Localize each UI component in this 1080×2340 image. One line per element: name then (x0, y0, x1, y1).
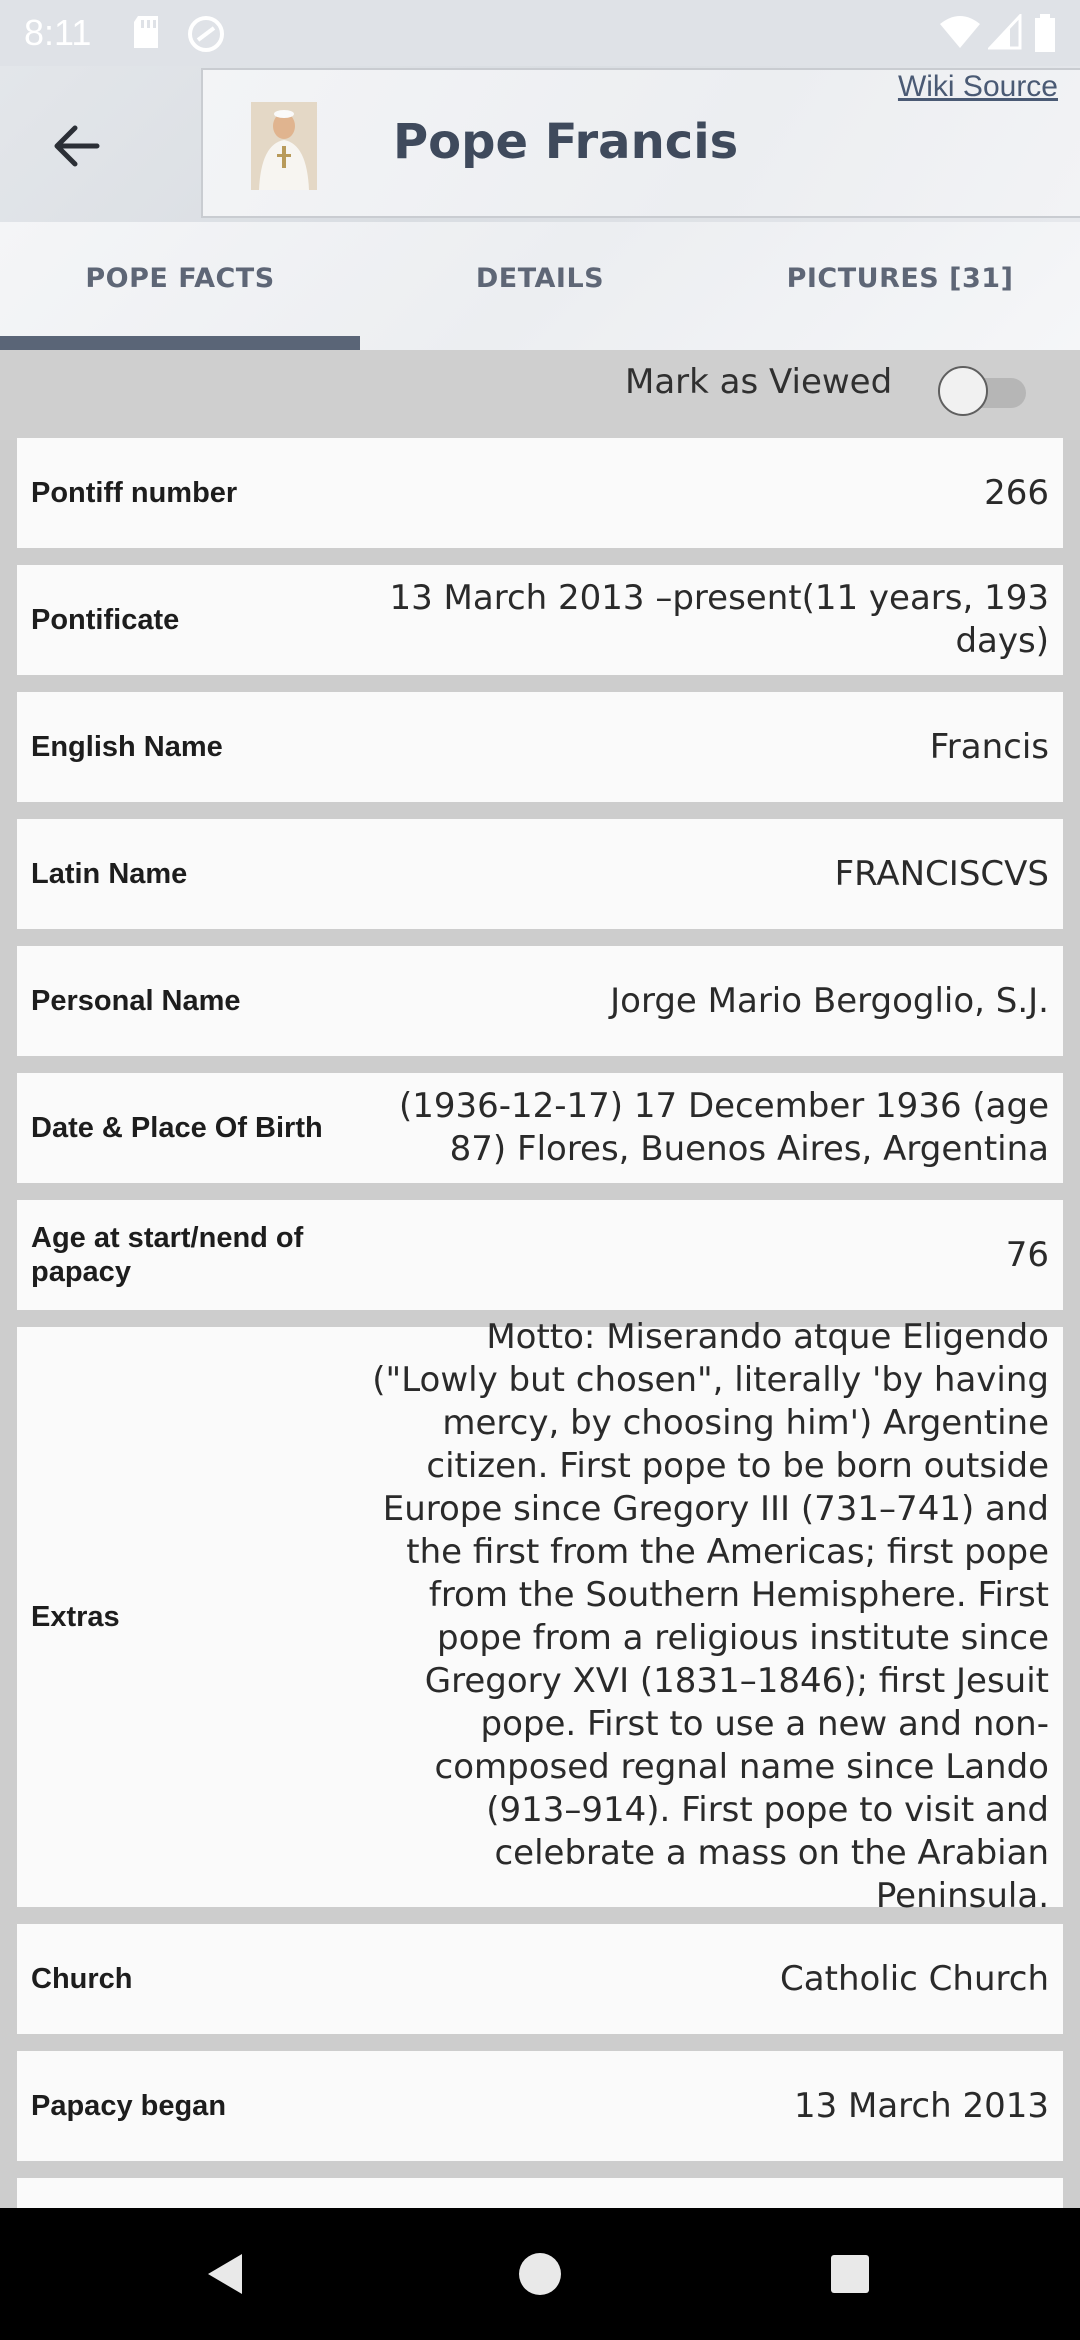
toggle-thumb (938, 366, 988, 416)
arrow-left-icon (54, 125, 100, 167)
mark-viewed-toggle[interactable] (938, 362, 1038, 422)
fact-label: Latin Name (31, 858, 188, 890)
nav-recents-button[interactable] (820, 2244, 880, 2304)
tab-pope-facts[interactable]: POPE FACTS (0, 222, 360, 334)
fact-row-english-name: English Name Francis (17, 692, 1063, 802)
fact-value: 266 (984, 472, 1049, 513)
fact-label: Personal Name (31, 985, 241, 1017)
fact-label: Church (31, 1963, 133, 1995)
tab-details[interactable]: DETAILS (360, 222, 720, 334)
fact-value: Francis (929, 726, 1049, 767)
fact-value: (1936-12-17) 17 December 1936 (age 87) F… (398, 1086, 1049, 1169)
system-nav-bar (0, 2208, 1080, 2340)
app-screen: 8:11 Wiki Source Pope Francis POPE FACTS… (0, 0, 1080, 2340)
fact-value: Motto: Miserando atque Eligendo ("Lowly … (372, 1317, 1049, 1916)
app-header: Wiki Source Pope Francis (0, 66, 1080, 222)
nav-back-button[interactable] (196, 2244, 256, 2304)
pope-avatar (251, 102, 317, 190)
fact-value: Jorge Mario Bergoglio, S.J. (610, 980, 1049, 1021)
mark-viewed-row: Mark as Viewed (0, 350, 1080, 440)
fact-label: English Name (31, 731, 223, 763)
fact-value: FRANCISCVS (834, 853, 1049, 894)
title-card: Wiki Source Pope Francis (201, 68, 1080, 218)
sd-card-icon (130, 14, 162, 55)
signal-icon (986, 12, 1022, 55)
page-title: Pope Francis (393, 114, 739, 170)
fact-value: 76 (1005, 1234, 1049, 1275)
status-bar: 8:11 (0, 0, 1080, 66)
fact-row-personal-name: Personal Name Jorge Mario Bergoglio, S.J… (17, 946, 1063, 1056)
fact-row-age: Age at start/nend of papacy 76 (17, 1200, 1063, 1310)
fact-value: 13 March 2013 (793, 2085, 1049, 2126)
back-button[interactable] (36, 106, 116, 186)
fact-row-pontificate: Pontificate 13 March 2013 –present(11 ye… (17, 565, 1063, 675)
fact-row-church: Church Catholic Church (17, 1924, 1063, 2034)
tab-bar: POPE FACTS DETAILS PICTURES [31] (0, 222, 1080, 352)
wiki-source-link[interactable]: Wiki Source (898, 70, 1058, 104)
fact-row-pontiff-number: Pontiff number 266 (17, 438, 1063, 548)
fact-label: Extras (31, 1601, 120, 1633)
sync-icon (186, 14, 226, 59)
status-time: 8:11 (24, 12, 92, 53)
wifi-icon (938, 14, 982, 55)
mark-viewed-label: Mark as Viewed (625, 362, 893, 402)
back-triangle-icon (208, 2254, 242, 2294)
fact-label: Date & Place Of Birth (31, 1112, 323, 1144)
nav-home-button[interactable] (510, 2244, 570, 2304)
tab-pictures[interactable]: PICTURES [31] (720, 222, 1080, 334)
fact-value: Catholic Church (780, 1958, 1049, 1999)
fact-row-birth: Date & Place Of Birth (1936-12-17) 17 De… (17, 1073, 1063, 1183)
fact-value: 13 March 2013 –present(11 years, 193 day… (389, 578, 1049, 661)
battery-icon (1034, 14, 1056, 57)
fact-label: Papacy began (31, 2090, 227, 2122)
fact-label: Pontiff number (31, 477, 238, 509)
fact-label: Age at start/nend of papacy (31, 1222, 304, 1288)
fact-row-latin-name: Latin Name FRANCISCVS (17, 819, 1063, 929)
tab-indicator (0, 336, 360, 350)
fact-row-extras: Extras Motto: Miserando atque Eligendo (… (17, 1317, 1063, 1916)
fact-row-papacy-began: Papacy began 13 March 2013 (17, 2051, 1063, 2161)
recents-square-icon (831, 2255, 869, 2293)
home-circle-icon (519, 2253, 561, 2295)
fact-label: Pontificate (31, 604, 180, 636)
